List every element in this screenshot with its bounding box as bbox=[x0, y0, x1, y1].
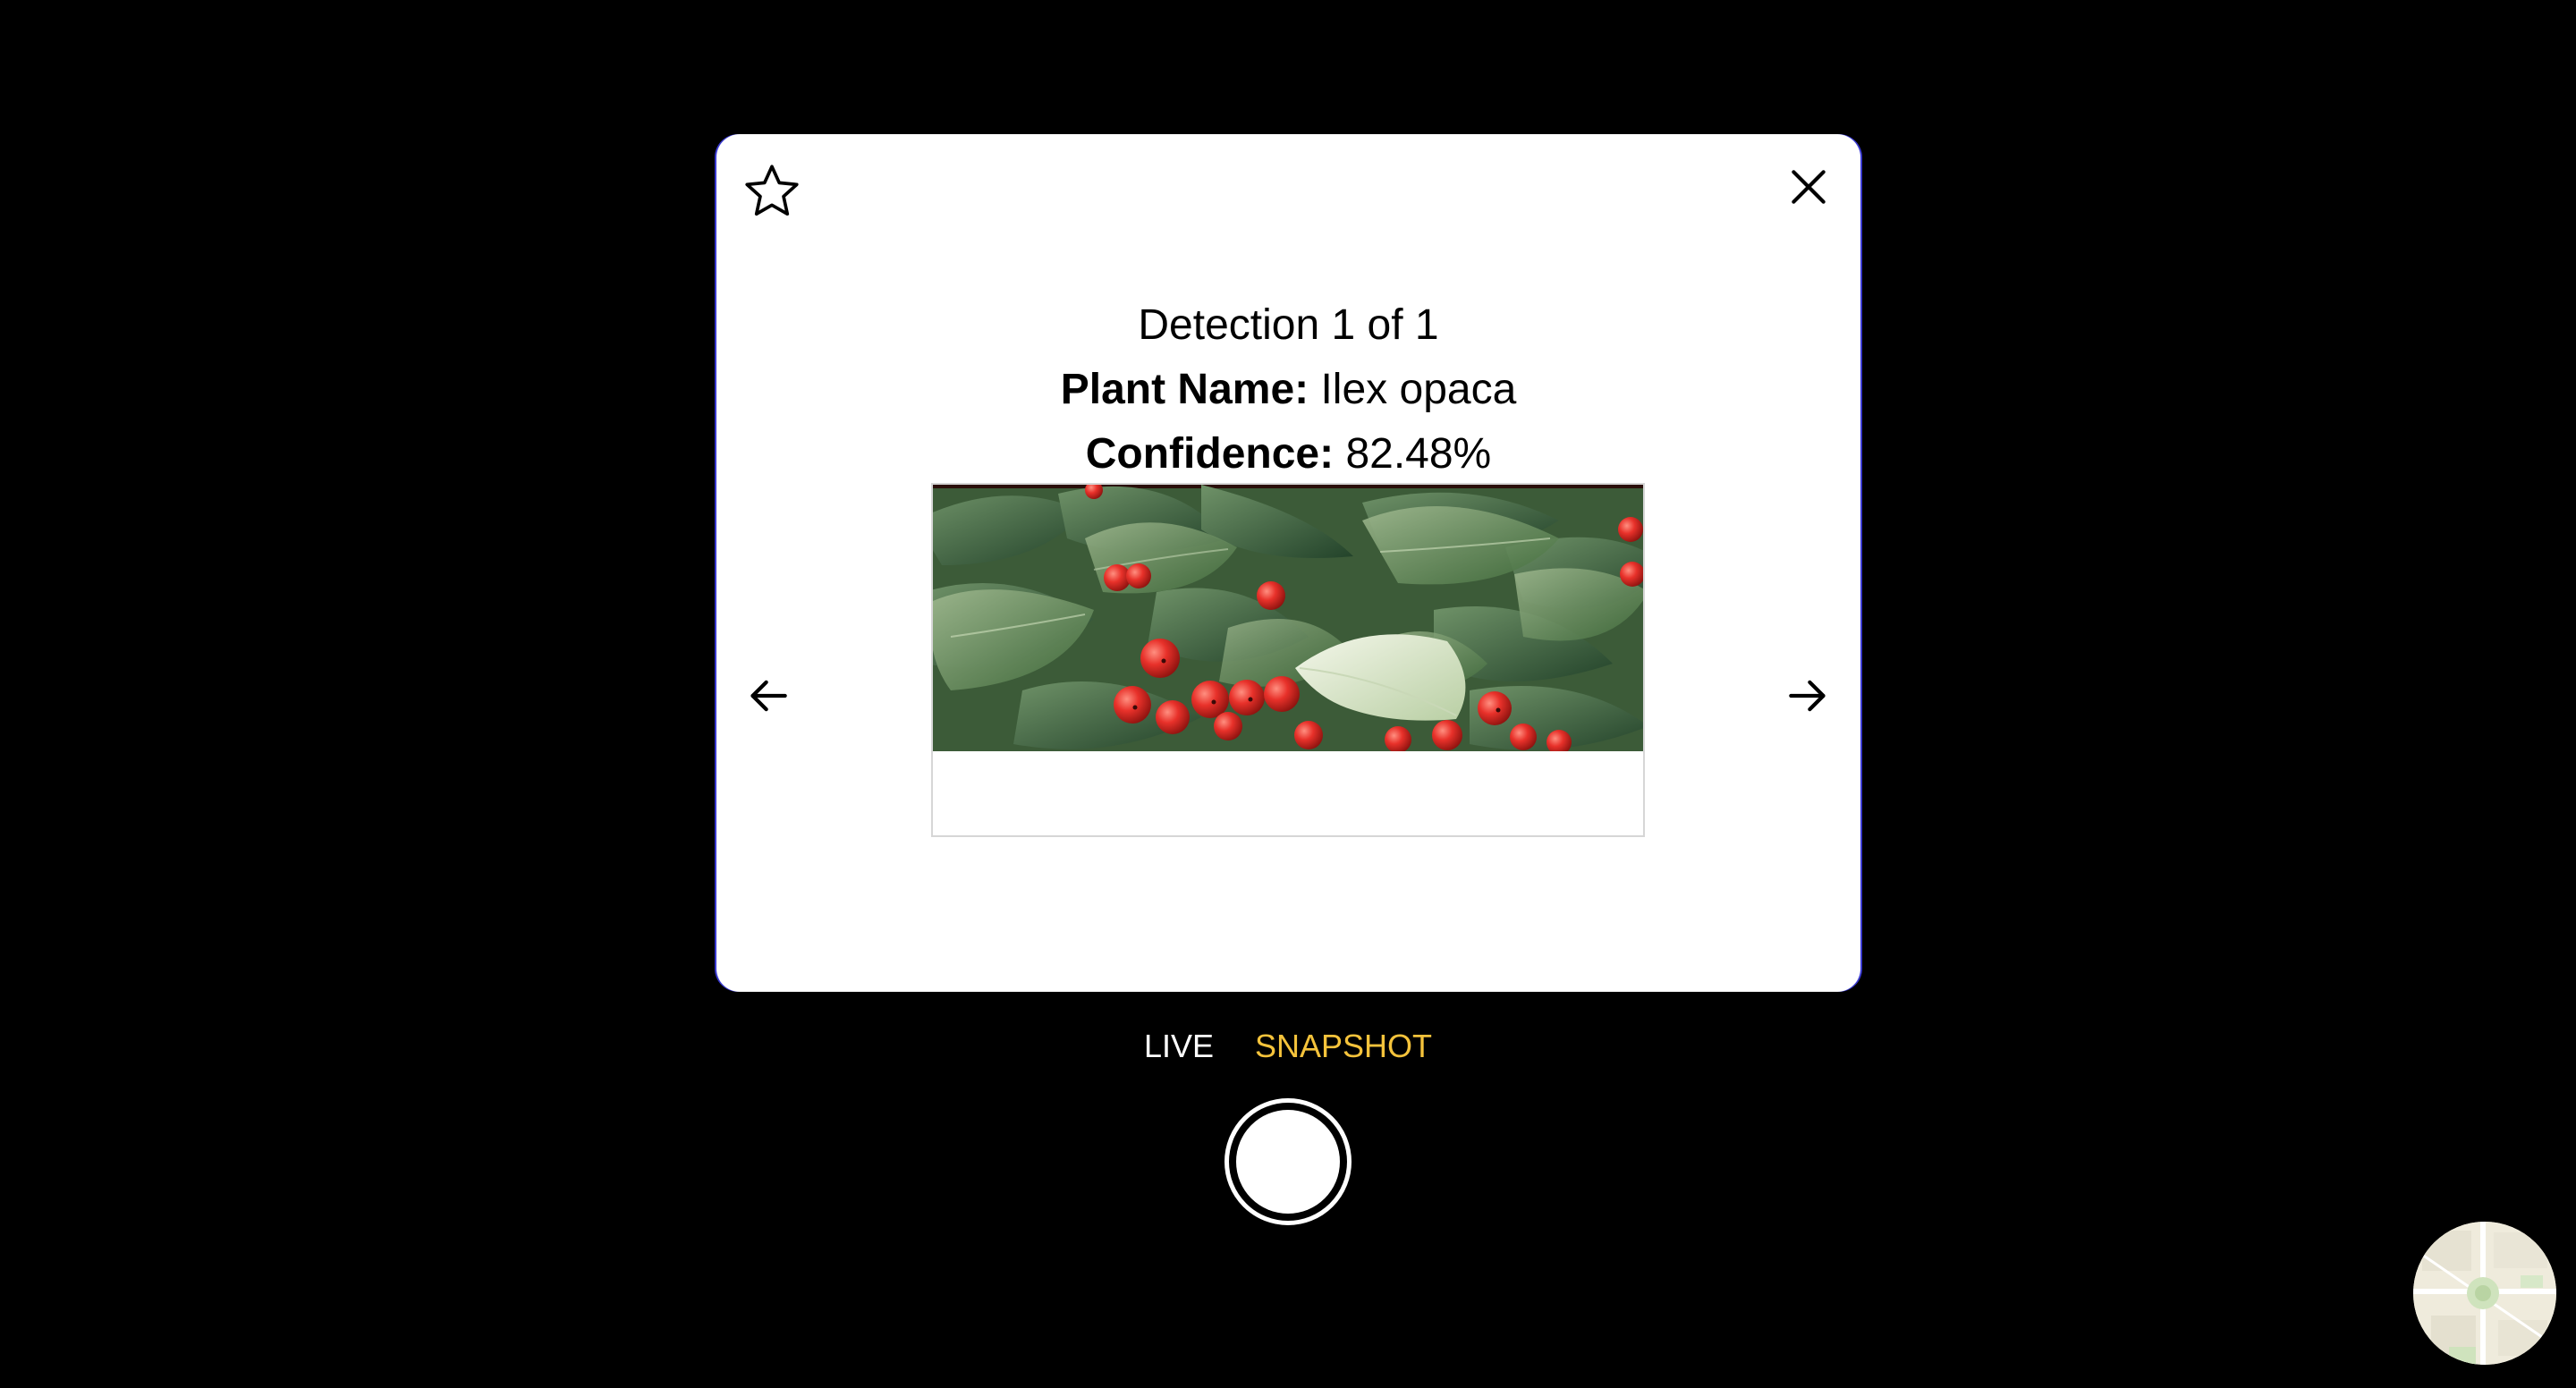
next-detection-button[interactable] bbox=[1783, 671, 1833, 721]
detection-counter: Detection 1 of 1 bbox=[1138, 301, 1439, 349]
previous-detection-button[interactable] bbox=[743, 671, 793, 721]
mode-live[interactable]: LIVE bbox=[1144, 1024, 1214, 1069]
close-icon bbox=[1792, 170, 1826, 204]
plant-name-label: Plant Name: bbox=[1060, 366, 1309, 413]
confidence-value: 82.48% bbox=[1345, 430, 1492, 478]
close-button[interactable] bbox=[1786, 165, 1831, 209]
arrow-left-icon bbox=[750, 680, 787, 712]
arrow-right-icon bbox=[1789, 680, 1826, 712]
shutter-inner bbox=[1236, 1110, 1340, 1214]
plant-photo bbox=[933, 485, 1643, 751]
camera-mode-switch: LIVE SNAPSHOT bbox=[0, 1024, 2576, 1069]
confidence-row: Confidence: 82.48% bbox=[716, 422, 1860, 487]
shutter-button[interactable] bbox=[1224, 1098, 1352, 1225]
detection-modal: Detection 1 of 1 Plant Name: Ilex opaca … bbox=[716, 134, 1860, 992]
favorite-button[interactable] bbox=[741, 161, 802, 222]
confidence-label: Confidence: bbox=[1085, 430, 1335, 478]
map-thumbnail-button[interactable] bbox=[2413, 1222, 2556, 1365]
mode-snapshot[interactable]: SNAPSHOT bbox=[1255, 1024, 1432, 1069]
detection-info: Detection 1 of 1 Plant Name: Ilex opaca … bbox=[716, 293, 1860, 487]
camera-screen: Detection 1 of 1 Plant Name: Ilex opaca … bbox=[0, 0, 2576, 1388]
plant-name-row: Plant Name: Ilex opaca bbox=[716, 358, 1860, 422]
detection-photo-frame bbox=[931, 483, 1645, 837]
map-icon bbox=[2413, 1222, 2556, 1365]
plant-name-value: Ilex opaca bbox=[1320, 366, 1517, 413]
star-outline-icon bbox=[745, 165, 799, 216]
